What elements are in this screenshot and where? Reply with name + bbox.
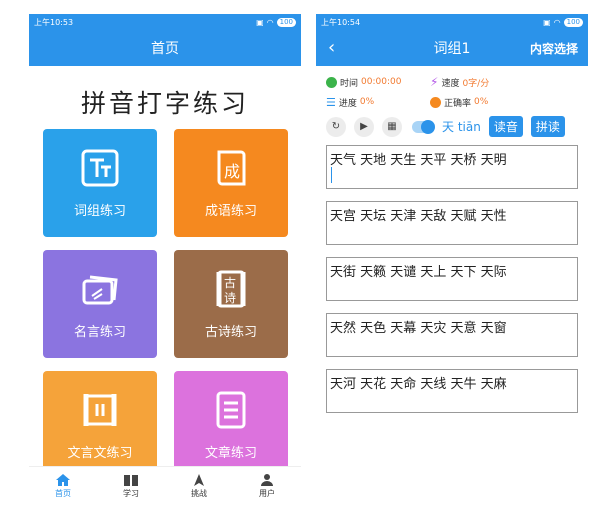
keyboard-icon[interactable]: ▦ (382, 116, 402, 137)
tab-home[interactable]: 首页 (29, 467, 97, 506)
play-icon[interactable]: ▶ (354, 116, 374, 137)
stat-value: 00:00:00 (361, 77, 402, 87)
refresh-icon[interactable]: ↻ (326, 116, 346, 137)
status-time: 上午10:53 (34, 17, 74, 27)
letters-tt-icon (81, 149, 119, 186)
tile-poem-practice[interactable]: 古 诗 古诗练习 (174, 250, 288, 358)
phrase-input-box[interactable]: 天河 天花 天命 天线 天牛 天麻 (326, 369, 578, 413)
practice-toolbar: ↻ ▶ ▦ 天 tiān 读音 拼读 (316, 112, 588, 141)
phrase-input-box[interactable]: 天宫 天坛 天津 天敌 天赋 天性 (326, 201, 578, 245)
tile-label: 成语练习 (204, 203, 257, 219)
status-bar: 上午10:53 ▣ ◠ 100 (29, 14, 301, 30)
svg-text:成: 成 (224, 162, 240, 181)
lightning-icon: ⚡ (430, 75, 439, 89)
app-heading: 拼音打字练习 (80, 89, 249, 118)
stat-time: 时间 00:00:00 (326, 76, 430, 89)
nav-bar: ‹ 词组1 内容选择 (316, 30, 588, 66)
stat-value: 0字/分 (462, 78, 490, 89)
battery-icon: 100 (276, 17, 296, 27)
wifi-icon: ◠ (553, 17, 561, 27)
spell-read-button[interactable]: 拼读 (530, 116, 565, 137)
practice-grid: 词组练习 成 成语练习 名言练习 古 诗 古诗练习 文言文练习 文章练习 (43, 129, 289, 479)
clock-icon (326, 76, 337, 88)
scroll-icon (83, 393, 117, 426)
home-icon (56, 474, 70, 486)
tile-idiom-practice[interactable]: 成 成语练习 (174, 129, 288, 237)
phrase-list: 天气 天地 天生 天平 天桥 天明 天宫 天坛 天津 天敌 天赋 天性 天街 天… (316, 145, 588, 413)
book-icon (124, 475, 138, 486)
status-icons: ▣ ◠ 100 (256, 17, 296, 27)
tab-user[interactable]: 用户 (233, 467, 301, 506)
stat-progress: ☰ 进度 0% (326, 96, 430, 109)
nav-bar: 首页 (29, 30, 301, 66)
pinyin-char: 天 (442, 120, 455, 134)
wifi-icon: ◠ (266, 17, 274, 27)
tab-label: 用户 (259, 489, 275, 498)
phrase-text: 天气 天地 天生 天平 天桥 天明 (330, 153, 507, 168)
stat-value: 0% (359, 97, 375, 107)
tile-article-practice[interactable]: 文章练习 (174, 371, 288, 479)
challenge-icon (194, 474, 204, 486)
page-title: 词组1 (433, 41, 471, 57)
text-cursor (331, 167, 332, 183)
tab-label: 学习 (123, 489, 139, 498)
stat-speed: ⚡ 速度 0字/分 (430, 75, 534, 89)
cards-icon (82, 275, 118, 304)
poem-scroll-icon: 古 诗 (216, 270, 246, 307)
home-screen: 上午10:53 ▣ ◠ 100 首页 拼音打字练习 词组练习 成 成语练习 名言… (29, 14, 301, 506)
tile-quote-practice[interactable]: 名言练习 (43, 250, 157, 358)
battery-icon: 100 (563, 17, 583, 27)
phrase-text: 天然 天色 天幕 天灾 天意 天窗 (330, 321, 507, 336)
progress-icon: ☰ (326, 95, 336, 109)
tab-study[interactable]: 学习 (97, 467, 165, 506)
tab-challenge[interactable]: 挑战 (165, 467, 233, 506)
phrase-input-box[interactable]: 天气 天地 天生 天平 天桥 天明 (326, 145, 578, 189)
article-icon (216, 391, 246, 428)
idiom-book-icon: 成 (217, 150, 246, 185)
tile-label: 文章练习 (204, 445, 257, 461)
stat-label: 正确率 (444, 98, 472, 109)
tile-label: 古诗练习 (204, 324, 257, 340)
tile-phrase-practice[interactable]: 词组练习 (43, 129, 157, 237)
tab-label: 挑战 (191, 489, 207, 498)
content-select-button[interactable]: 内容选择 (530, 40, 578, 57)
tile-label: 文言文练习 (67, 445, 133, 461)
practice-screen: 上午10:54 ▣ ◠ 100 ‹ 词组1 内容选择 时间 00:00:00 ⚡… (316, 14, 588, 506)
stat-label: 进度 (338, 98, 357, 109)
current-pinyin: 天 tiān (442, 118, 481, 135)
tab-bar: 首页 学习 挑战 用户 (29, 466, 301, 506)
vibrate-icon: ▣ (543, 17, 551, 27)
pinyin-toggle[interactable] (412, 119, 435, 134)
pie-icon (430, 96, 441, 108)
user-icon (261, 474, 273, 486)
svg-text:诗: 诗 (224, 291, 236, 305)
stat-label: 时间 (340, 78, 359, 89)
back-arrow-icon[interactable]: ‹ (328, 37, 335, 58)
tile-label: 名言练习 (73, 324, 126, 340)
vibrate-icon: ▣ (256, 17, 264, 27)
svg-text:古: 古 (224, 275, 236, 290)
tab-label: 首页 (55, 489, 71, 498)
stat-accuracy: 正确率 0% (430, 96, 534, 109)
pinyin-text: tiān (457, 120, 481, 134)
stat-value: 0% (474, 97, 489, 107)
stats-panel: 时间 00:00:00 ⚡ 速度 0字/分 ☰ 进度 0% 正确率 0% (316, 66, 588, 112)
phrase-text: 天河 天花 天命 天线 天牛 天麻 (330, 377, 507, 392)
page-title: 首页 (151, 41, 179, 57)
status-bar: 上午10:54 ▣ ◠ 100 (316, 14, 588, 30)
phrase-text: 天街 天籁 天谴 天上 天下 天际 (330, 265, 507, 280)
phrase-input-box[interactable]: 天街 天籁 天谴 天上 天下 天际 (326, 257, 578, 301)
read-button[interactable]: 读音 (488, 116, 523, 137)
tile-label: 词组练习 (73, 203, 126, 219)
status-icons: ▣ ◠ 100 (543, 17, 583, 27)
stat-label: 速度 (441, 78, 460, 89)
phrase-input-box[interactable]: 天然 天色 天幕 天灾 天意 天窗 (326, 313, 578, 357)
phrase-text: 天宫 天坛 天津 天敌 天赋 天性 (330, 209, 507, 224)
tile-classical-practice[interactable]: 文言文练习 (43, 371, 157, 479)
status-time: 上午10:54 (321, 17, 361, 27)
